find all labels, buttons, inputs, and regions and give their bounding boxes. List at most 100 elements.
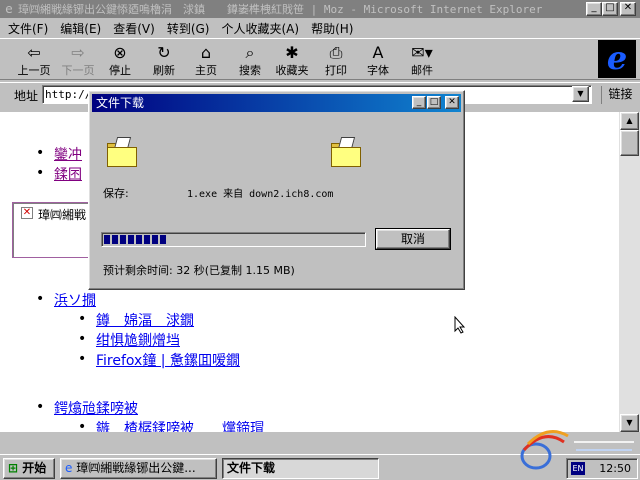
home-icon: ⌂ [200, 43, 212, 62]
minimize-button[interactable]: _ [586, 2, 602, 16]
progress-block [128, 235, 134, 244]
dialog-minimize-button[interactable]: _ [412, 96, 426, 109]
font-icon: A [372, 43, 384, 62]
time-remaining-text: 预计剩余时间: 32 秒(已复制 1.15 MB) [103, 264, 295, 277]
progress-block [160, 235, 166, 244]
progress-fill [104, 235, 363, 244]
progress-block [152, 235, 158, 244]
font-button[interactable]: A 字体 [356, 42, 400, 80]
font-label: 字体 [367, 64, 389, 77]
mail-button[interactable]: ✉▾ 邮件 [400, 42, 444, 80]
close-button[interactable]: ✕ [620, 2, 636, 16]
dialog-maximize-button[interactable]: □ [427, 96, 441, 109]
mail-label: 邮件 [411, 64, 433, 77]
bullet: • [36, 145, 45, 161]
home-button[interactable]: ⌂ 主页 [184, 42, 228, 80]
broken-image-icon: ✕ [21, 207, 33, 219]
download-progress-bar [101, 232, 366, 247]
refresh-button[interactable]: ↻ 刷新 [142, 42, 186, 80]
start-label: 开始 [22, 461, 47, 475]
taskbar-item-browser[interactable]: e 璋㈣緗戦緣铘出公鍵... [60, 458, 217, 479]
start-button[interactable]: ⊞ 开始 [3, 458, 55, 479]
dialog-title: 文件下载 [96, 96, 145, 110]
favorites-button[interactable]: ✱ 收藏夹 [270, 42, 314, 80]
bullet: • [78, 419, 87, 432]
save-value: 1.exe 来自 down2.ich8.com [187, 189, 334, 200]
search-button[interactable]: ⌕ 搜索 [228, 42, 272, 80]
bullet: • [78, 311, 87, 327]
dialog-titlebar: 文件下载 [92, 94, 461, 112]
back-button[interactable]: ⇦ 上一页 [12, 42, 56, 80]
menu-help[interactable]: 帮助(H) [305, 20, 359, 37]
printer-icon: ⎙ [329, 43, 343, 62]
print-button[interactable]: ⎙ 打印 [314, 42, 358, 80]
task-ie-label: 璋㈣緗戦緣铘出公鍵... [76, 461, 196, 475]
task-download-label: 文件下载 [227, 461, 276, 475]
content-link[interactable]: 鍒囨 [54, 164, 82, 184]
favorites-label: 收藏夹 [275, 64, 309, 77]
source-folder-icon [107, 137, 139, 167]
links-button[interactable]: 链接 [601, 86, 639, 104]
menu-go[interactable]: 转到(G) [161, 20, 216, 37]
taskbar-item-download[interactable]: 文件下载 [222, 458, 379, 479]
dialog-close-button[interactable]: ✕ [445, 96, 459, 109]
toolbar: ⇦ 上一页 ⇨ 下一页 ⊗ 停止 ↻ 刷新 ⌂ 主页 ⌕ 搜索 ✱ 收藏夹 ⎙ … [0, 38, 640, 80]
bullet: • [78, 331, 87, 347]
forward-button[interactable]: ⇨ 下一页 [56, 42, 100, 80]
progress-block [144, 235, 150, 244]
scroll-thumb[interactable] [620, 130, 639, 156]
vertical-scrollbar[interactable]: ▲ ▼ [619, 112, 640, 432]
content-link[interactable]: 鑾冲 [54, 144, 82, 164]
window-title: 璋㈣緗戦緣铘出公鍵悿廼嗚櫓涓 浗鎮 鐏崣榫栧紅戝笹 | Moz - Micros… [18, 3, 543, 16]
file-download-dialog: 文件下载 _ □ ✕ 保存: 1.exe 来自 down2.ich8.com 取… [88, 90, 465, 290]
windows-logo-icon: ⊞ [8, 461, 19, 475]
menu-favorites[interactable]: 个人收藏夹(A) [215, 20, 305, 37]
menu-file[interactable]: 文件(F) [2, 20, 54, 37]
bullet: • [36, 165, 45, 181]
sub-link[interactable]: 绀惧尯鍘熷垱 [96, 330, 180, 350]
stop-button[interactable]: ⊗ 停止 [98, 42, 142, 80]
stop-icon: ⊗ [113, 43, 127, 62]
cancel-button[interactable]: 取消 [375, 228, 451, 250]
print-label: 打印 [325, 64, 347, 77]
ie-task-icon: e [65, 461, 73, 475]
broken-image-alt: 璋㈣緗戦 [38, 208, 87, 222]
section-link[interactable]: 鍔熻兘鍒嗙被 [54, 398, 138, 418]
home-label: 主页 [195, 64, 217, 77]
save-label: 保存: [103, 187, 129, 200]
scroll-up-button[interactable]: ▲ [620, 112, 639, 130]
maximize-button[interactable]: □ [602, 2, 618, 16]
window-titlebar: e 璋㈣緗戦緣铘出公鍵悿廼嗚櫓涓 浗鎮 鐏崣榫栧紅戝笹 | Moz - Micr… [0, 0, 640, 18]
mail-icon: ✉▾ [411, 43, 433, 62]
sub-link[interactable]: 鏃 楂樼鍒嗙被 爣鍗瑁 [96, 418, 264, 432]
forward-label: 下一页 [61, 64, 95, 77]
menu-edit[interactable]: 编辑(E) [54, 20, 107, 37]
address-label: 地址 [14, 89, 39, 103]
bullet: • [36, 291, 45, 307]
watermark-logo [520, 430, 634, 470]
mouse-cursor-icon [454, 316, 466, 334]
search-label: 搜索 [239, 64, 261, 77]
favorites-icon: ✱ [285, 43, 299, 62]
sub-link[interactable]: 鐏 婂湢 浗鐗 [96, 310, 194, 330]
refresh-label: 刷新 [153, 64, 175, 77]
progress-block [136, 235, 142, 244]
section-link[interactable]: 浜ソ撊 [54, 290, 96, 310]
progress-block [120, 235, 126, 244]
back-label: 上一页 [17, 64, 51, 77]
stop-label: 停止 [109, 64, 131, 77]
progress-block [112, 235, 118, 244]
address-dropdown-button[interactable]: ▼ [572, 86, 589, 102]
bullet: • [36, 399, 45, 415]
forward-arrow-icon: ⇨ [71, 43, 85, 62]
progress-block [104, 235, 110, 244]
search-icon: ⌕ [245, 43, 255, 62]
refresh-icon: ↻ [157, 43, 171, 62]
menu-bar: 文件(F) 编辑(E) 查看(V) 转到(G) 个人收藏夹(A) 帮助(H) [0, 18, 640, 38]
sub-link[interactable]: Firefox鐘 | 惫鏍囬嗳鐗 [96, 350, 240, 370]
ie-logo-icon: e [598, 40, 636, 78]
back-arrow-icon: ⇦ [27, 43, 41, 62]
ie-window-icon[interactable]: e [2, 2, 16, 16]
menu-view[interactable]: 查看(V) [107, 20, 161, 37]
destination-folder-icon [331, 137, 363, 167]
